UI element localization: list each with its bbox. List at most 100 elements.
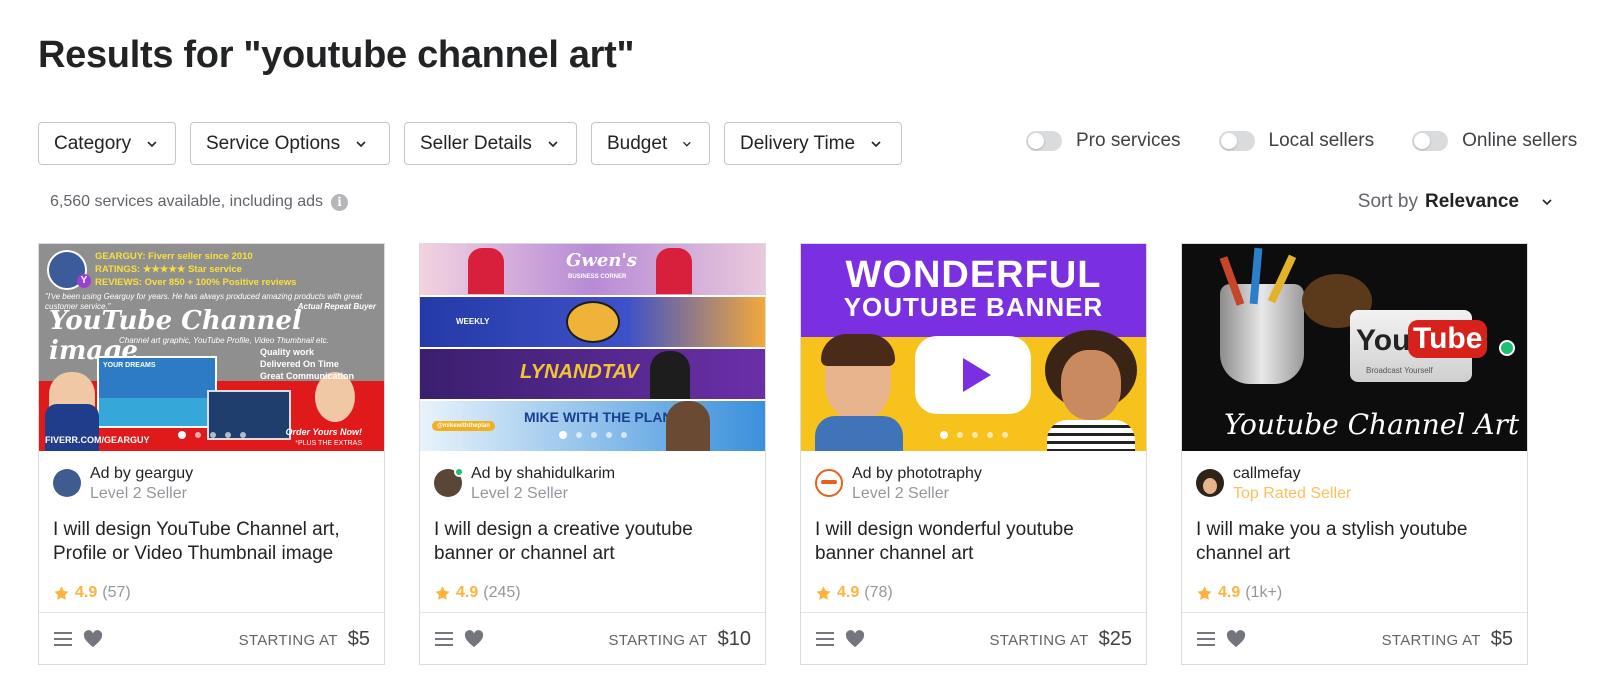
rating-count: (78) (864, 584, 893, 601)
list-icon[interactable] (815, 630, 835, 648)
list-icon[interactable] (434, 630, 454, 648)
filter-seller-details-dropdown[interactable]: Seller Details (404, 122, 577, 165)
seller-name[interactable]: Ad by shahidulkarim (471, 464, 615, 484)
gig-price[interactable]: STARTING AT $25 (989, 628, 1132, 651)
thumb-text: @mikewiththeplan (432, 421, 495, 431)
carousel-dot[interactable] (558, 431, 567, 439)
carousel-dot[interactable] (956, 432, 963, 438)
star-icon (54, 585, 69, 600)
avatar[interactable] (815, 469, 843, 497)
gig-thumbnail[interactable]: Y GEARGUY: Fiverr seller since 2010 RATI… (39, 244, 384, 451)
carousel-dot[interactable] (986, 432, 993, 438)
thumb-person (468, 248, 504, 294)
seller-level: Level 2 Seller (471, 485, 568, 502)
info-icon[interactable]: i (331, 193, 349, 211)
filter-service-options-dropdown[interactable]: Service Options (190, 122, 390, 165)
carousel-dot[interactable] (605, 432, 612, 438)
gig-thumbnail[interactable]: WONDERFUL YOUTUBE BANNER (801, 244, 1146, 451)
gig-title[interactable]: I will design wonderful youtube banner c… (815, 518, 1135, 566)
gig-card[interactable]: Gwen's BUSINESS CORNER WEEKLY LYNANDTAV … (419, 243, 766, 665)
online-status-icon (1499, 340, 1515, 356)
page-title: Results for "youtube channel art" (38, 34, 635, 76)
filter-category-dropdown[interactable]: Category (38, 122, 176, 165)
sort-dropdown[interactable]: Sort by Relevance (1358, 191, 1554, 213)
pro-services-toggle[interactable]: Pro services (1026, 130, 1181, 152)
carousel-dot[interactable] (177, 431, 186, 439)
thumb-text: WEEKLY (456, 317, 490, 326)
avatar[interactable] (53, 469, 81, 497)
chevron-down-icon (548, 140, 558, 147)
results-count-text: 6,560 services available, including ads (50, 193, 324, 210)
chevron-down-icon (356, 140, 366, 147)
carousel-dot[interactable] (575, 432, 582, 438)
gig-price[interactable]: STARTING AT $5 (239, 628, 370, 651)
filter-label: Category (54, 132, 132, 154)
seller-name[interactable]: Ad by phototraphy (852, 464, 982, 484)
avatar[interactable] (434, 467, 464, 497)
gig-card[interactable]: Y GEARGUY: Fiverr seller since 2010 RATI… (38, 243, 385, 665)
toggle-switch[interactable] (1412, 131, 1449, 151)
seller-name[interactable]: Ad by gearguy (90, 464, 193, 484)
filter-label: Service Options (206, 132, 341, 154)
carousel-dot[interactable] (939, 431, 948, 439)
carousel-dot[interactable] (239, 432, 246, 438)
rating-score: 4.9 (456, 584, 479, 601)
carousel-dot[interactable] (1001, 432, 1008, 438)
star-icon (1197, 585, 1212, 600)
heart-icon[interactable] (1226, 630, 1246, 648)
sort-label: Sort by (1357, 191, 1418, 212)
gig-card[interactable]: You Tube Broadcast Yourself Youtube Chan… (1181, 243, 1528, 665)
online-sellers-toggle[interactable]: Online sellers (1412, 130, 1577, 152)
carousel-dot[interactable] (224, 432, 231, 438)
toggle-switch[interactable] (1218, 131, 1255, 151)
sort-value: Relevance (1424, 191, 1519, 212)
carousel-dots[interactable] (801, 431, 1146, 439)
thumb-text: GEARGUY: Fiverr seller since 2010 (95, 251, 253, 262)
filter-delivery-time-dropdown[interactable]: Delivery Time (724, 122, 902, 165)
gig-thumbnail[interactable]: Gwen's BUSINESS CORNER WEEKLY LYNANDTAV … (420, 244, 765, 451)
filter-label: Budget (607, 132, 668, 154)
carousel-dot[interactable] (971, 432, 978, 438)
price-value: $10 (717, 627, 751, 650)
gig-thumbnail[interactable]: You Tube Broadcast Yourself Youtube Chan… (1182, 244, 1527, 451)
heart-icon[interactable] (845, 630, 865, 648)
gig-price[interactable]: STARTING AT $10 (608, 628, 751, 651)
card-footer: STARTING AT $25 (801, 612, 1146, 665)
carousel-dot[interactable] (590, 432, 597, 438)
gig-title[interactable]: I will design a creative youtube banner … (434, 518, 754, 566)
list-icon[interactable] (1196, 630, 1216, 648)
chevron-down-icon (1542, 199, 1552, 206)
carousel-dot[interactable] (194, 432, 201, 438)
rating-score: 4.9 (1218, 584, 1241, 601)
seller-info: callmefay Top Rated Seller (1196, 464, 1351, 504)
local-sellers-toggle[interactable]: Local sellers (1218, 130, 1374, 152)
heart-icon[interactable] (464, 630, 484, 648)
toggle-switch[interactable] (1026, 131, 1062, 151)
heart-icon[interactable] (83, 630, 103, 648)
price-label: STARTING AT (608, 631, 708, 649)
filter-budget-dropdown[interactable]: Budget (591, 122, 710, 165)
gig-rating: 4.9 (245) (434, 584, 521, 602)
gig-card[interactable]: WONDERFUL YOUTUBE BANNER Ad by phototrap… (800, 243, 1147, 665)
thumb-headline: WONDERFUL (845, 254, 1102, 296)
rating-count: (245) (483, 584, 521, 601)
thumb-banner: WEEKLY (420, 297, 765, 347)
gig-title[interactable]: I will design YouTube Channel art, Profi… (53, 518, 373, 566)
gig-price[interactable]: STARTING AT $5 (1382, 628, 1513, 651)
carousel-dot[interactable] (620, 432, 627, 438)
price-label: STARTING AT (238, 631, 338, 649)
list-icon[interactable] (53, 630, 73, 648)
carousel-dots[interactable] (39, 431, 384, 439)
thumb-person (666, 401, 710, 451)
avatar[interactable] (1196, 469, 1224, 497)
gig-title[interactable]: I will make you a stylish youtube channe… (1196, 518, 1516, 566)
carousel-dots[interactable] (420, 431, 765, 439)
paint-bucket-icon (1220, 284, 1304, 384)
chevron-down-icon (683, 141, 691, 147)
carousel-dot[interactable] (209, 432, 216, 438)
thumb-headline: YOUTUBE BANNER (843, 292, 1104, 322)
price-value: $5 (347, 627, 370, 650)
thumb-text: *PLUS THE EXTRAS (295, 440, 362, 447)
seller-name[interactable]: callmefay (1233, 464, 1351, 484)
rating-score: 4.9 (837, 584, 860, 601)
